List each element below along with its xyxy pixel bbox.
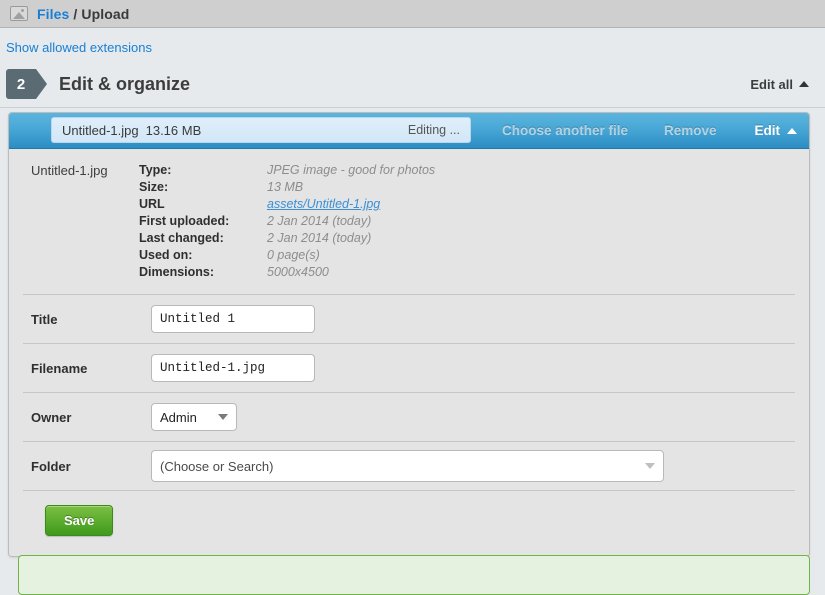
chevron-down-icon (218, 414, 228, 420)
chevron-down-icon (645, 463, 655, 469)
caret-up-icon (787, 127, 798, 134)
toolbar-actions: Choose another file Remove Edit (484, 123, 798, 138)
success-notice-box (18, 555, 810, 595)
caret-up-icon (799, 81, 809, 87)
breadcrumb-current: Upload (81, 5, 130, 22)
step-number-badge: 2 (6, 69, 47, 99)
owner-select[interactable]: Admin (151, 403, 237, 431)
detail-value: assets/Untitled-1.jpg (267, 197, 435, 214)
edit-all-toggle[interactable]: Edit all (750, 77, 809, 92)
detail-key: Dimensions: (139, 265, 215, 279)
owner-selected-value: Admin (160, 409, 197, 425)
detail-key: First uploaded: (139, 214, 230, 228)
table-row: First uploaded: 2 Jan 2014 (today) (139, 214, 435, 231)
file-edit-panel: Untitled-1.jpg 13.16 MB Editing ... Choo… (8, 112, 810, 557)
detail-key: Used on: (139, 248, 193, 262)
editing-status: Editing ... (407, 123, 460, 137)
detail-value: 2 Jan 2014 (today) (267, 231, 372, 245)
table-row: Last changed: 2 Jan 2014 (today) (139, 231, 435, 248)
file-details: Untitled-1.jpg Type: JPEG image - good f… (9, 149, 809, 294)
step-title: Edit & organize (59, 73, 191, 94)
table-row: Dimensions: 5000x4500 (139, 265, 435, 282)
file-name-pill[interactable]: Untitled-1.jpg 13.16 MB Editing ... (51, 117, 471, 143)
save-button[interactable]: Save (45, 505, 114, 536)
breadcrumb-files-link[interactable]: Files (37, 6, 69, 22)
breadcrumb-separator: / (73, 5, 78, 22)
file-url-link[interactable]: assets/Untitled-1.jpg (267, 197, 380, 211)
title-input[interactable] (151, 305, 315, 333)
file-toolbar: Untitled-1.jpg 13.16 MB Editing ... Choo… (9, 113, 809, 149)
step-divider (0, 107, 825, 108)
detail-key: Type: (139, 163, 172, 177)
breadcrumb: Files / Upload (37, 6, 129, 22)
field-row-owner: Owner Admin (9, 393, 809, 441)
table-row: Size: 13 MB (139, 180, 435, 197)
step-header: 2 Edit & organize Edit all (0, 67, 825, 101)
detail-value: 0 page(s) (267, 248, 320, 262)
detail-value: JPEG image - good for photos (267, 163, 436, 177)
field-row-filename: Filename (9, 344, 809, 392)
detail-table: Type: JPEG image - good for photos Size:… (139, 163, 435, 282)
sub-header: Show allowed extensions (0, 28, 825, 55)
show-allowed-extensions-link[interactable]: Show allowed extensions (6, 40, 152, 55)
field-row-folder: Folder (Choose or Search) (9, 442, 809, 490)
detail-value: 13 MB (267, 180, 304, 194)
file-size-text: 13.16 MB (145, 122, 202, 138)
detail-value: 2 Jan 2014 (today) (267, 214, 372, 228)
table-row: Type: JPEG image - good for photos (139, 163, 435, 180)
detail-key: Last changed: (139, 231, 224, 245)
table-row: URL assets/Untitled-1.jpg (139, 197, 435, 214)
edit-button-label: Edit (754, 123, 781, 138)
filename-input[interactable] (151, 354, 315, 382)
file-name-text: Untitled-1.jpg (62, 122, 139, 138)
save-row: Save (9, 491, 809, 556)
image-icon (10, 6, 28, 21)
title-label: Title (31, 311, 58, 327)
remove-button[interactable]: Remove (664, 123, 717, 138)
detail-key: Size: (139, 180, 169, 194)
detail-value: 5000x4500 (267, 265, 329, 279)
edit-all-label: Edit all (750, 76, 793, 92)
folder-select[interactable]: (Choose or Search) (151, 450, 664, 482)
folder-label: Folder (31, 458, 71, 474)
top-header-bar: Files / Upload (0, 0, 825, 28)
folder-placeholder: (Choose or Search) (160, 458, 274, 474)
filename-label: Filename (31, 360, 88, 376)
edit-button[interactable]: Edit (755, 123, 798, 138)
choose-another-file-button[interactable]: Choose another file (502, 123, 628, 138)
detail-filename: Untitled-1.jpg (31, 163, 108, 178)
field-row-title: Title (9, 295, 809, 343)
owner-label: Owner (31, 409, 72, 425)
detail-key: URL (139, 197, 165, 211)
table-row: Used on: 0 page(s) (139, 248, 435, 265)
